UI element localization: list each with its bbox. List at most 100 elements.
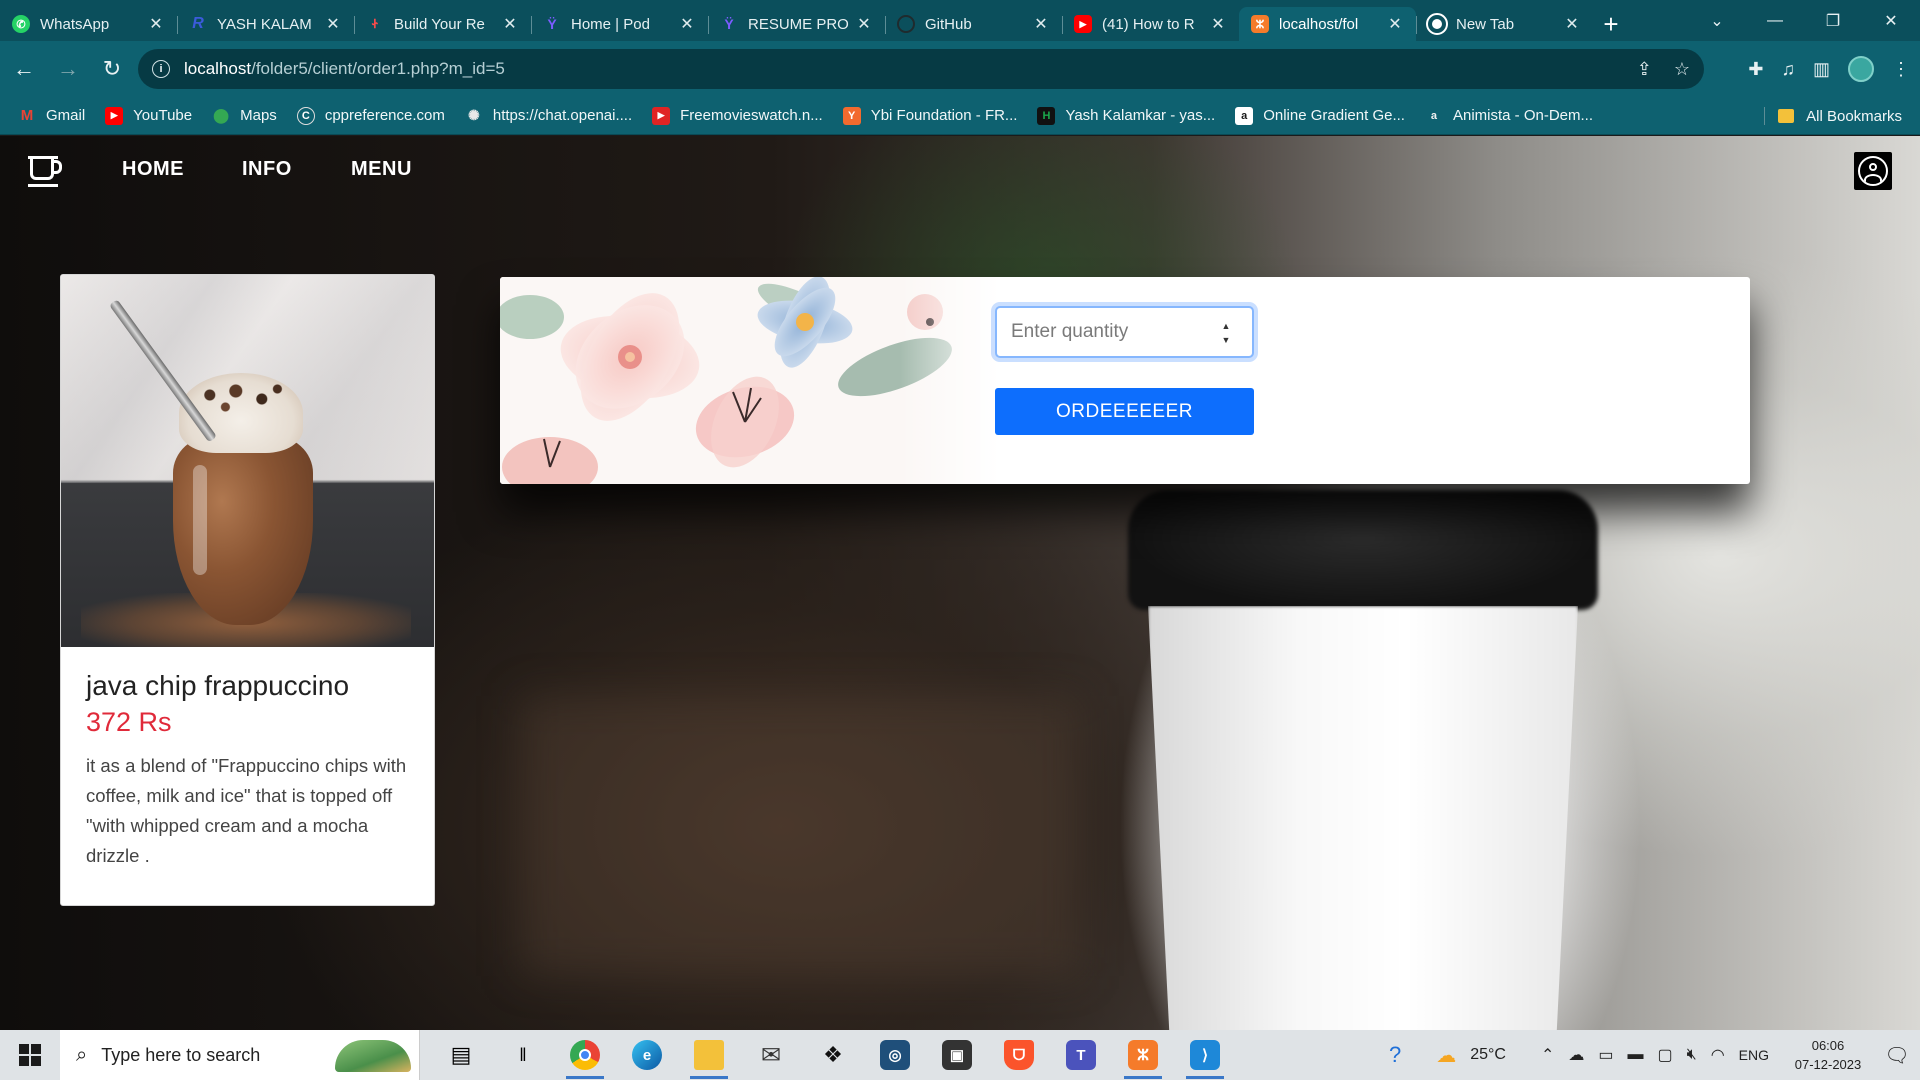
gmail-icon: M <box>20 107 34 124</box>
floral-decoration <box>500 277 1000 484</box>
battery-icon[interactable]: ▬ <box>1627 1046 1643 1064</box>
display-icon[interactable]: ▭ <box>1598 1045 1613 1065</box>
url-path: /folder5/client/order1.php?m_id=5 <box>251 59 505 78</box>
page-viewport: HOME INFO MENU java chip frappuccino 372… <box>0 136 1920 1030</box>
tab-new-tab[interactable]: New Tab ✕ <box>1416 7 1593 41</box>
dropbox-icon[interactable]: ❖ <box>802 1030 864 1080</box>
bookmark-gmail[interactable]: M Gmail <box>18 107 85 125</box>
tab-search-icon[interactable]: ⌄ <box>1688 11 1746 31</box>
quantity-input[interactable] <box>995 306 1254 358</box>
tab-close-icon[interactable]: ✕ <box>1563 14 1581 34</box>
tab-close-icon[interactable]: ✕ <box>147 14 165 34</box>
share-icon[interactable]: ⇪ <box>1637 59 1652 80</box>
taskbar-search-box[interactable]: ⌕ Type here to search <box>60 1030 420 1080</box>
bookmark-star-icon[interactable]: ☆ <box>1674 59 1690 80</box>
back-arrow-icon[interactable]: ← <box>4 49 44 89</box>
background-cup-lid <box>1128 490 1598 610</box>
wifi-icon[interactable]: ◠ <box>1711 1045 1725 1065</box>
order-button[interactable]: ORDEEEEEER <box>995 388 1254 435</box>
more-menu-icon[interactable]: ⋮ <box>1892 59 1910 80</box>
coffee-cup-logo-icon[interactable] <box>28 154 64 188</box>
system-tray: ? ☁ 25°C ⌃ ☁ ▭ ▬ ▢ 🔇︎ ◠ ENG 06:06 07-12-… <box>1382 1030 1920 1080</box>
meet-now-icon[interactable]: ▢ <box>1657 1045 1672 1065</box>
bookmark-label: Animista - On-Dem... <box>1452 107 1593 124</box>
tab-localhost[interactable]: ⵣ localhost/fol ✕ <box>1239 7 1416 41</box>
tab-close-icon[interactable]: ✕ <box>1209 14 1227 34</box>
help-icon[interactable]: ? <box>1389 1042 1401 1068</box>
xampp-taskbar-icon[interactable]: ⵣ <box>1112 1030 1174 1080</box>
tab-title: YASH KALAM <box>217 15 312 33</box>
forward-arrow-icon[interactable]: → <box>48 49 88 89</box>
quantity-stepper-icon[interactable]: ▲ ▼ <box>1220 321 1232 345</box>
media-controls-icon[interactable]: ♫ <box>1781 59 1795 80</box>
tab-build-your-resume[interactable]: Ꮠ Build Your Re ✕ <box>354 7 531 41</box>
bookmark-cppreference[interactable]: Ccppreference.com <box>296 106 445 125</box>
close-window-icon[interactable]: ✕ <box>1862 11 1920 31</box>
tab-home-pod[interactable]: Ϋ Home | Pod ✕ <box>531 7 708 41</box>
bookmark-chatgpt[interactable]: ✺ https://chat.openai.... <box>465 107 632 125</box>
bookmark-gradient[interactable]: a Online Gradient Ge... <box>1235 106 1405 125</box>
bookmark-hackerrank[interactable]: H Yash Kalamkar - yas... <box>1037 106 1215 125</box>
site-info-icon[interactable]: i <box>152 60 170 78</box>
bookmark-maps[interactable]: ⬤ Maps <box>212 107 277 125</box>
bookmark-freemovies[interactable]: ▶ Freemovieswatch.n... <box>652 106 823 125</box>
reload-icon[interactable]: ↻ <box>92 49 132 89</box>
chrome-taskbar-icon[interactable] <box>554 1030 616 1080</box>
notifications-icon[interactable]: 🗨︎ <box>1874 1043 1920 1068</box>
brave-icon[interactable]: ᗜ <box>988 1030 1050 1080</box>
user-account-icon[interactable] <box>1854 152 1892 190</box>
tab-close-icon[interactable]: ✕ <box>1032 14 1050 34</box>
weather-icon[interactable]: ☁ <box>1436 1043 1456 1068</box>
tab-close-icon[interactable]: ✕ <box>855 14 873 34</box>
bookmark-ybi[interactable]: Y Ybi Foundation - FR... <box>842 106 1018 125</box>
media-app-icon[interactable]: ▣ <box>926 1030 988 1080</box>
file-explorer-icon[interactable] <box>678 1030 740 1080</box>
profile-avatar[interactable] <box>1848 56 1874 82</box>
bookmark-animista[interactable]: a Animista - On-Dem... <box>1425 107 1593 125</box>
nav-info-link[interactable]: INFO <box>242 158 292 181</box>
tab-close-icon[interactable]: ✕ <box>324 14 342 34</box>
tab-yash-kalam[interactable]: R YASH KALAM ✕ <box>177 7 354 41</box>
onedrive-icon[interactable]: ☁ <box>1568 1045 1584 1065</box>
pod-icon: Ϋ <box>547 16 557 32</box>
search-icon: ⌕ <box>76 1043 88 1066</box>
tab-close-icon[interactable]: ✕ <box>678 14 696 34</box>
taskbar-clock[interactable]: 06:06 07-12-2023 <box>1782 1036 1874 1074</box>
address-bar[interactable]: i localhost/folder5/client/order1.php?m_… <box>138 49 1704 89</box>
product-name: java chip frappuccino <box>86 670 350 701</box>
side-panel-icon[interactable]: ▥ <box>1813 59 1830 80</box>
extensions-icon[interactable]: ✚ <box>1748 59 1763 80</box>
tab-resume-pro[interactable]: Ϋ RESUME PRO ✕ <box>708 7 885 41</box>
language-indicator[interactable]: ENG <box>1739 1047 1769 1063</box>
show-hidden-icons-icon[interactable]: ⌃ <box>1541 1045 1554 1065</box>
new-tab-button[interactable]: + <box>1593 7 1629 41</box>
teams-icon[interactable]: T <box>1050 1030 1112 1080</box>
app-store-icon[interactable]: ◎ <box>864 1030 926 1080</box>
edge-taskbar-icon[interactable]: e <box>616 1030 678 1080</box>
tab-whatsapp[interactable]: ✆ WhatsApp ✕ <box>0 7 177 41</box>
volume-muted-icon[interactable]: 🔇︎ <box>1687 1046 1697 1064</box>
clock-date: 07-12-2023 <box>1794 1057 1862 1072</box>
tab-close-icon[interactable]: ✕ <box>1386 14 1404 34</box>
github-icon <box>897 15 915 33</box>
minimize-icon[interactable]: — <box>1746 12 1804 30</box>
bookmark-label: Ybi Foundation - FR... <box>870 107 1018 124</box>
tab-github[interactable]: GitHub ✕ <box>885 7 1062 41</box>
gradient-icon: a <box>1235 106 1254 125</box>
weather-temperature[interactable]: 25°C <box>1470 1046 1506 1064</box>
window-controls: ⌄ — ❐ ✕ <box>1688 0 1920 41</box>
nav-home-link[interactable]: HOME <box>122 158 184 181</box>
windows-start-icon[interactable] <box>0 1030 60 1080</box>
all-bookmarks-button[interactable]: All Bookmarks <box>1778 97 1902 135</box>
nav-menu-link[interactable]: MENU <box>351 158 412 181</box>
tab-youtube-how-to[interactable]: ▶ (41) How to R ✕ <box>1062 7 1239 41</box>
tab-close-icon[interactable]: ✕ <box>501 14 519 34</box>
bookmark-youtube[interactable]: ▶ YouTube <box>105 106 192 125</box>
task-view-icon[interactable]: ▤ <box>430 1030 492 1080</box>
ybi-icon: Y <box>842 106 861 125</box>
animista-icon: a <box>1430 109 1438 122</box>
tab-title: WhatsApp <box>40 15 110 33</box>
vscode-icon[interactable]: ⟩ <box>1174 1030 1236 1080</box>
mail-icon[interactable]: ✉ <box>740 1030 802 1080</box>
restore-icon[interactable]: ❐ <box>1804 11 1862 31</box>
